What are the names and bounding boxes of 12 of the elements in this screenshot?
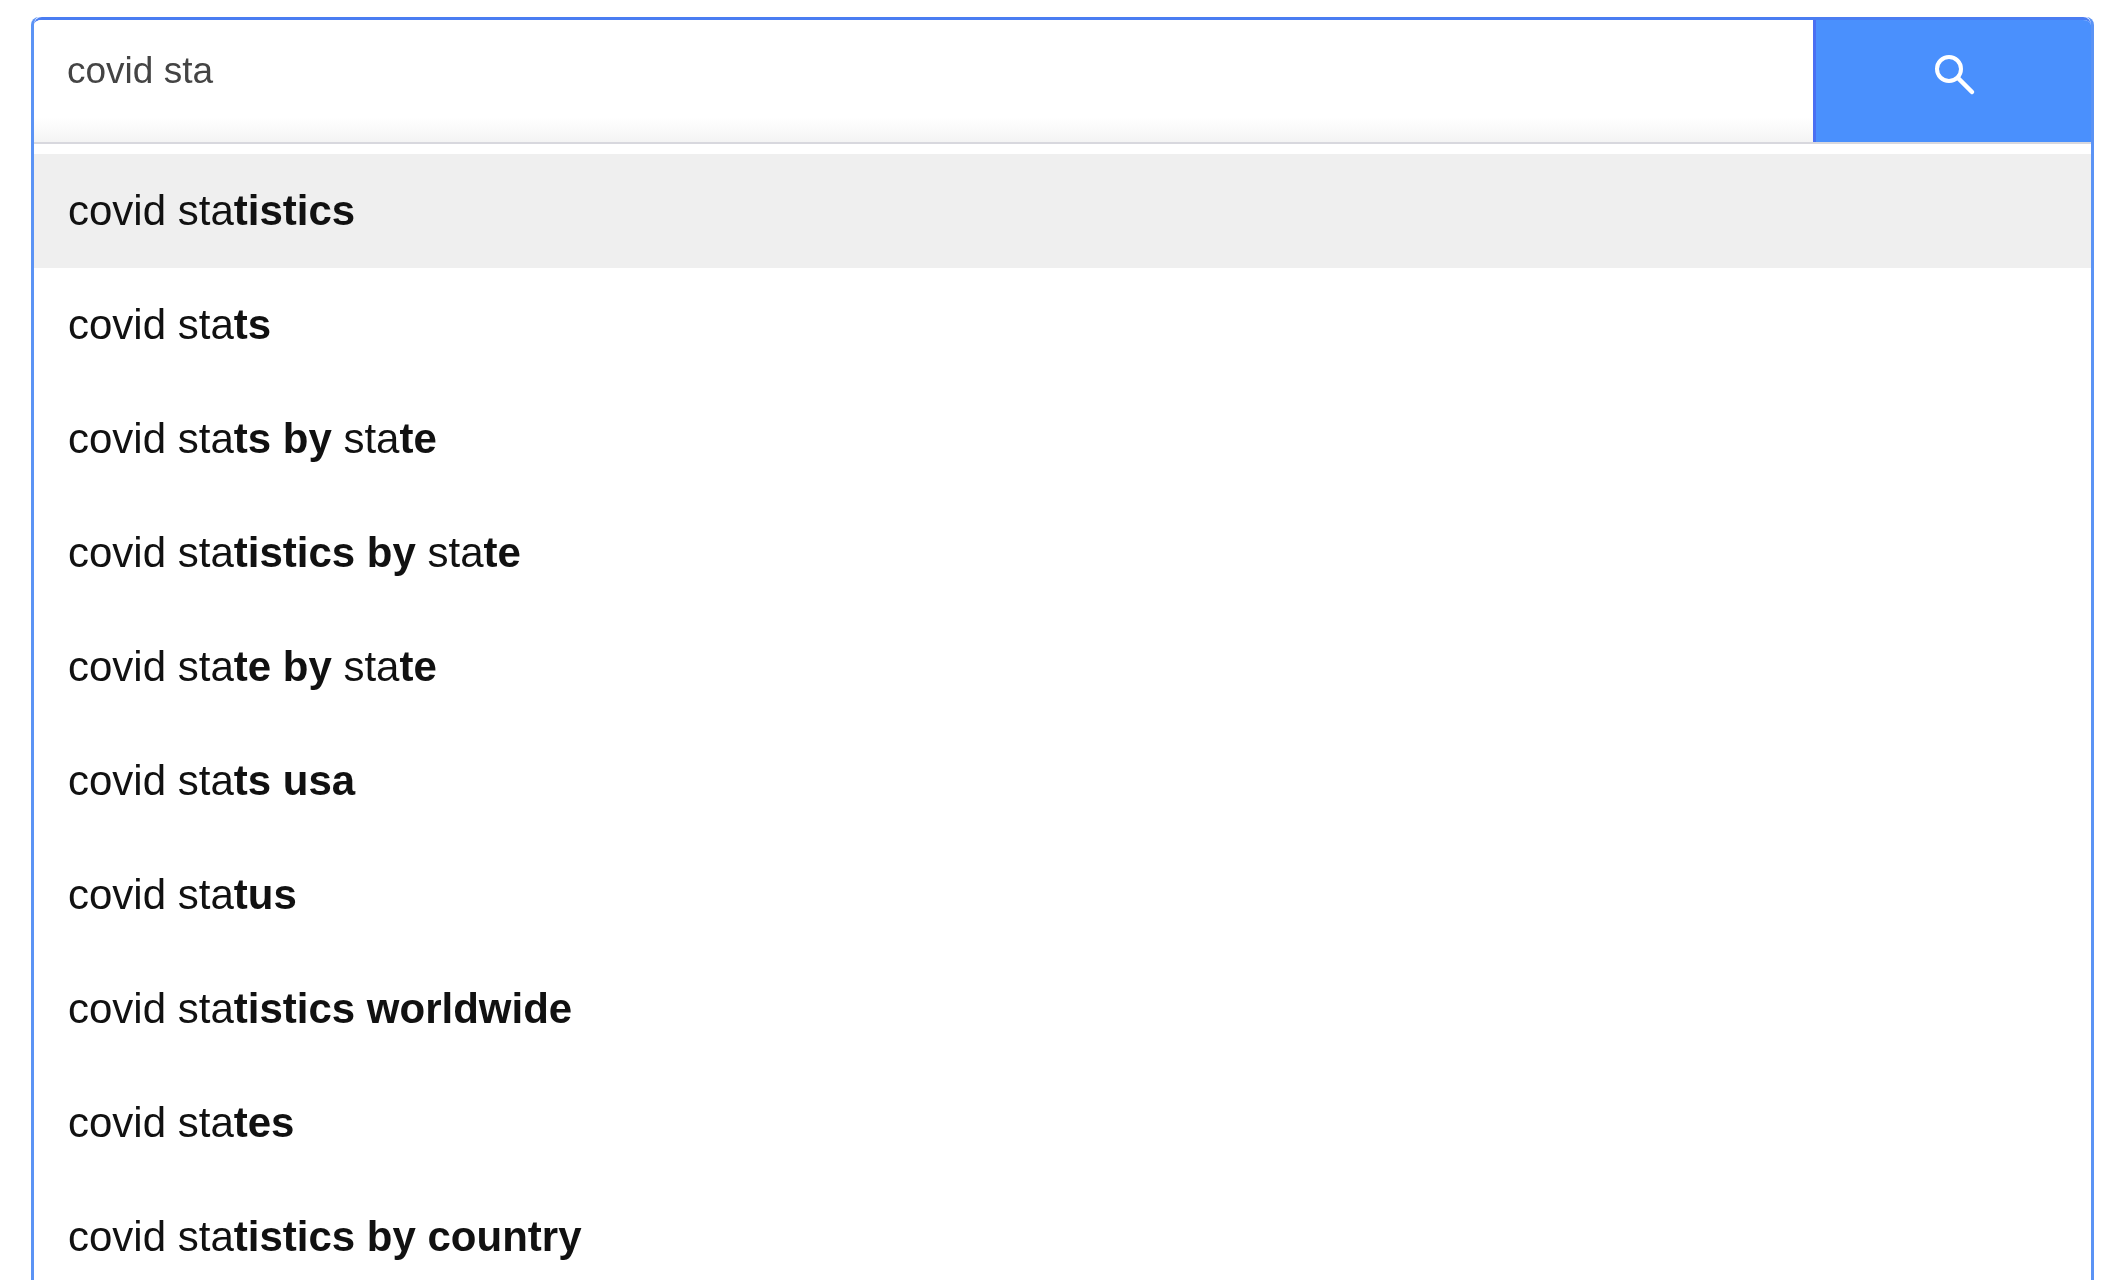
search-field[interactable]: covid sta (34, 20, 1816, 142)
suggestion-item[interactable]: covid statistics worldwide (34, 952, 2091, 1066)
suggestion-item[interactable]: covid states (34, 1066, 2091, 1180)
suggestion-item[interactable]: covid stats usa (34, 724, 2091, 838)
suggestion-item[interactable]: covid stats by state (34, 382, 2091, 496)
suggestion-item[interactable]: covid state by state (34, 610, 2091, 724)
suggestion-item[interactable]: covid statistics (34, 154, 2091, 268)
suggestion-item[interactable]: covid statistics by state (34, 496, 2091, 610)
suggestion-item[interactable]: covid stats (34, 268, 2091, 382)
search-button[interactable] (1816, 20, 2091, 142)
suggestion-item[interactable]: covid status (34, 838, 2091, 952)
suggestion-item[interactable]: covid statistics by country (34, 1180, 2091, 1280)
